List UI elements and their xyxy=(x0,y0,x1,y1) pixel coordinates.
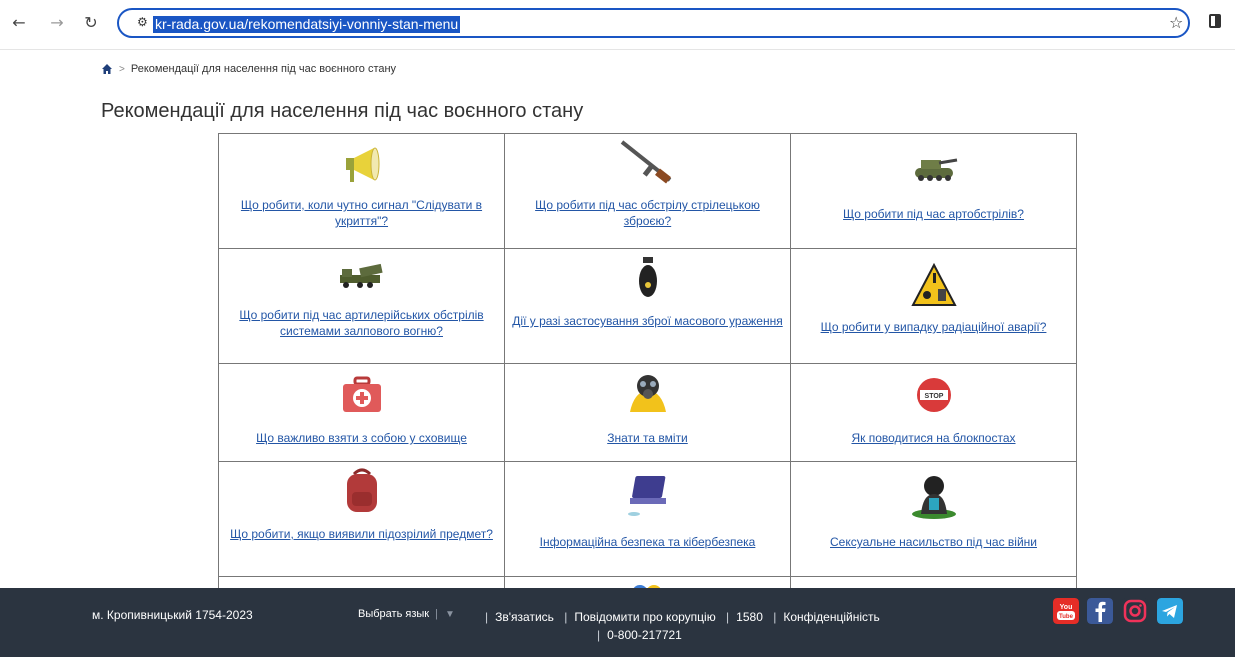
radiation-sign-icon xyxy=(910,263,957,306)
site-settings-icon[interactable]: ⚙ xyxy=(137,15,148,29)
breadcrumb-separator-icon: > xyxy=(119,63,125,75)
instagram-icon[interactable] xyxy=(1122,598,1148,624)
forward-arrow-icon[interactable]: → xyxy=(46,12,68,34)
svg-text:You: You xyxy=(1060,604,1073,611)
laptop-icon xyxy=(627,476,666,516)
corruption-report-link[interactable]: Повідомити про корупцію xyxy=(574,610,715,624)
toolbar-divider xyxy=(0,49,1235,50)
site-footer: м. Кропивницький 1754-2023 Выбрать язык … xyxy=(0,588,1235,657)
url-text[interactable]: kr-rada.gov.ua/rekomendatsiyi-vonniy-sta… xyxy=(153,16,461,33)
side-panel-icon[interactable] xyxy=(1209,14,1221,28)
card-shelter-kit: Що важливо взяти з собою у сховище xyxy=(219,364,505,462)
youtube-icon[interactable]: You Tube xyxy=(1053,598,1079,624)
svg-text:Tube: Tube xyxy=(1059,614,1074,620)
hotline-link[interactable]: 1580 xyxy=(736,610,763,624)
gas-mask-icon xyxy=(629,375,666,412)
card-link[interactable]: Що робити під час артилерійських обстріл… xyxy=(225,307,498,339)
phone-link[interactable]: 0-800-217721 xyxy=(607,628,682,642)
card-link[interactable]: Знати та вміти xyxy=(511,430,784,446)
tank-icon xyxy=(914,158,957,181)
footer-links: | Зв'язатись | Повідомити про корупцію | 15… xyxy=(485,610,880,642)
card-link[interactable]: Як поводитися на блокпостах xyxy=(797,430,1070,446)
breadcrumb: > Рекомендації для населення під час воє… xyxy=(101,63,396,75)
card-suspicious-object: Що робити, якщо виявили підозрілий предм… xyxy=(219,462,505,577)
card-radiation: Що робити у випадку радіаційної аварії? xyxy=(791,249,1077,364)
card-link[interactable]: Що важливо взяти з собою у сховище xyxy=(225,430,498,446)
facebook-icon[interactable] xyxy=(1087,598,1113,624)
card-sexual-violence: Сексуальне насильство під час війни xyxy=(791,462,1077,577)
breadcrumb-current: Рекомендації для населення під час воєнн… xyxy=(130,63,397,75)
svg-text:STOP: STOP xyxy=(924,393,943,400)
crying-person-icon xyxy=(911,476,956,519)
language-selector[interactable]: Выбрать язык | ▼ xyxy=(358,608,455,620)
backpack-icon xyxy=(346,468,377,512)
footer-city: м. Кропивницький 1754-2023 xyxy=(92,608,253,622)
contact-link[interactable]: Зв'язатись xyxy=(495,610,554,624)
card-artillery: Що робити під час артобстрілів? xyxy=(791,134,1077,249)
card-link[interactable]: Інформаційна безпека та кібербезпека xyxy=(511,534,784,550)
dropdown-arrow-icon[interactable]: ▼ xyxy=(445,609,455,620)
card-link[interactable]: Сексуальне насильство під час війни xyxy=(797,534,1070,550)
card-shelter-signal: Що робити, коли чутно сигнал "Слідувати … xyxy=(219,134,505,249)
card-small-arms: Що робити під час обстрілу стрілецькою з… xyxy=(505,134,791,249)
nuclear-bomb-icon xyxy=(638,257,657,297)
card-checkpoints: STOP Як поводитися на блокпостах xyxy=(791,364,1077,462)
address-bar[interactable]: ⚙ kr-rada.gov.ua/rekomendatsiyi-vonniy-s… xyxy=(117,8,1190,38)
megaphone-icon xyxy=(345,147,379,182)
rifle-icon xyxy=(620,140,671,184)
card-link[interactable]: Що робити, якщо виявили підозрілий предм… xyxy=(225,526,498,542)
privacy-link[interactable]: Конфіденційність xyxy=(783,610,879,624)
card-rocket-artillery: Що робити під час артилерійських обстріл… xyxy=(219,249,505,364)
language-label[interactable]: Выбрать язык xyxy=(358,608,429,620)
card-link[interactable]: Що робити, коли чутно сигнал "Слідувати … xyxy=(225,197,498,229)
home-icon[interactable] xyxy=(101,63,113,75)
card-cybersecurity: Інформаційна безпека та кібербезпека xyxy=(505,462,791,577)
recommendations-grid: Що робити, коли чутно сигнал "Слідувати … xyxy=(218,133,1077,637)
browser-toolbar: ← → ↻ ⚙ kr-rada.gov.ua/rekomendatsiyi-vo… xyxy=(0,0,1235,50)
back-arrow-icon[interactable]: ← xyxy=(8,12,30,34)
reload-icon[interactable]: ↻ xyxy=(80,12,102,34)
card-mass-destruction: Дії у разі застосування зброї масового у… xyxy=(505,249,791,364)
telegram-icon[interactable] xyxy=(1157,598,1183,624)
page-title: Рекомендації для населення під час воєнн… xyxy=(101,100,584,122)
rocket-launcher-icon xyxy=(339,263,383,288)
card-link[interactable]: Що робити під час обстрілу стрілецькою з… xyxy=(511,197,784,229)
first-aid-kit-icon xyxy=(342,376,381,412)
card-link[interactable]: Що робити у випадку радіаційної аварії? xyxy=(797,319,1070,335)
stop-sign-icon: STOP xyxy=(916,378,951,412)
card-know-how: Знати та вміти xyxy=(505,364,791,462)
card-link[interactable]: Що робити під час артобстрілів? xyxy=(797,206,1070,222)
card-link[interactable]: Дії у разі застосування зброї масового у… xyxy=(511,313,784,329)
bookmark-star-icon[interactable]: ☆ xyxy=(1169,13,1183,32)
